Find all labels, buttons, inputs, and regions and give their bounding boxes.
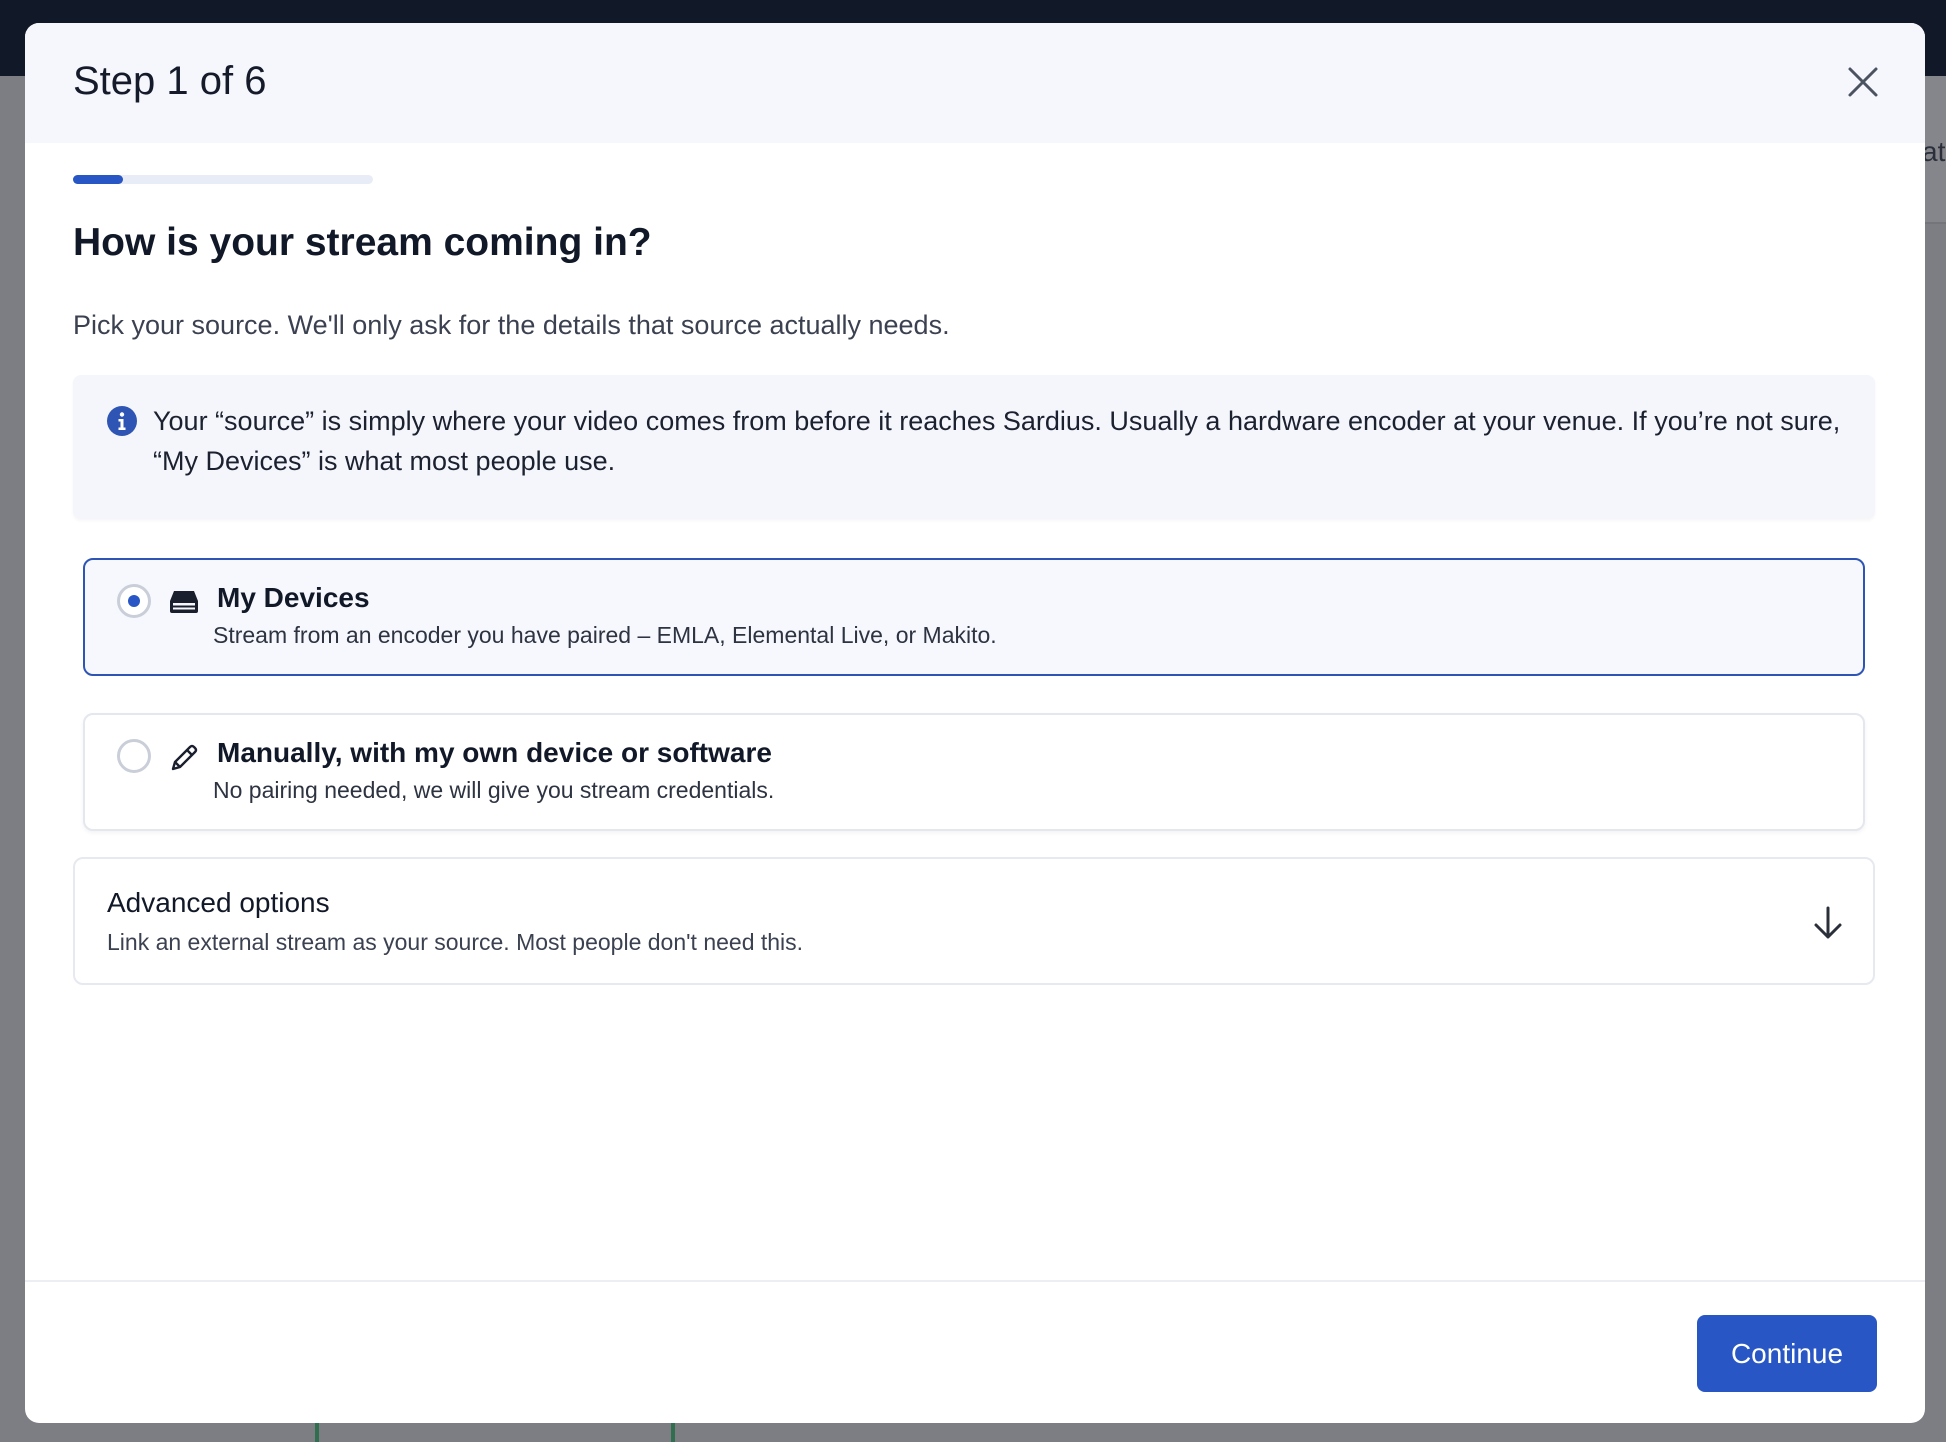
- option-description: Stream from an encoder you have paired –…: [213, 622, 997, 648]
- footer-divider: [25, 1280, 1925, 1282]
- advanced-options-title: Advanced options: [107, 887, 330, 918]
- pencil-icon: [171, 744, 198, 771]
- modal-header: Step 1 of 6: [25, 23, 1925, 143]
- option-title: My Devices: [217, 582, 370, 613]
- server-icon: [170, 591, 198, 613]
- arrow-down-icon: [1814, 906, 1842, 939]
- continue-button[interactable]: Continue: [1697, 1315, 1877, 1392]
- background-partial-text: at: [1922, 136, 1946, 167]
- info-text: Your “source” is simply where your video…: [153, 406, 1841, 476]
- close-icon: [1848, 67, 1878, 97]
- option-manual[interactable]: Manually, with my own device or software…: [83, 713, 1865, 831]
- step-title: Step 1 of 6: [73, 59, 267, 103]
- advanced-options-toggle[interactable]: Advanced options Link an external stream…: [73, 857, 1875, 985]
- radio-manual[interactable]: [117, 739, 151, 773]
- info-icon: [107, 406, 137, 436]
- info-callout: Your “source” is simply where your video…: [73, 375, 1875, 519]
- source-setup-modal: Step 1 of 6 How is your stream coming in…: [25, 23, 1925, 1423]
- option-description: No pairing needed, we will give you stre…: [213, 777, 775, 803]
- option-my-devices[interactable]: My Devices Stream from an encoder you ha…: [83, 558, 1865, 676]
- radio-my-devices[interactable]: [117, 584, 151, 618]
- advanced-options-description: Link an external stream as your source. …: [107, 929, 804, 955]
- close-button[interactable]: [1840, 59, 1886, 105]
- page-heading: How is your stream coming in?: [73, 221, 652, 264]
- step-progress-bar: [73, 175, 373, 184]
- page-subtitle: Pick your source. We'll only ask for the…: [73, 310, 950, 340]
- option-title: Manually, with my own device or software: [217, 737, 772, 768]
- step-progress-fill: [73, 175, 123, 184]
